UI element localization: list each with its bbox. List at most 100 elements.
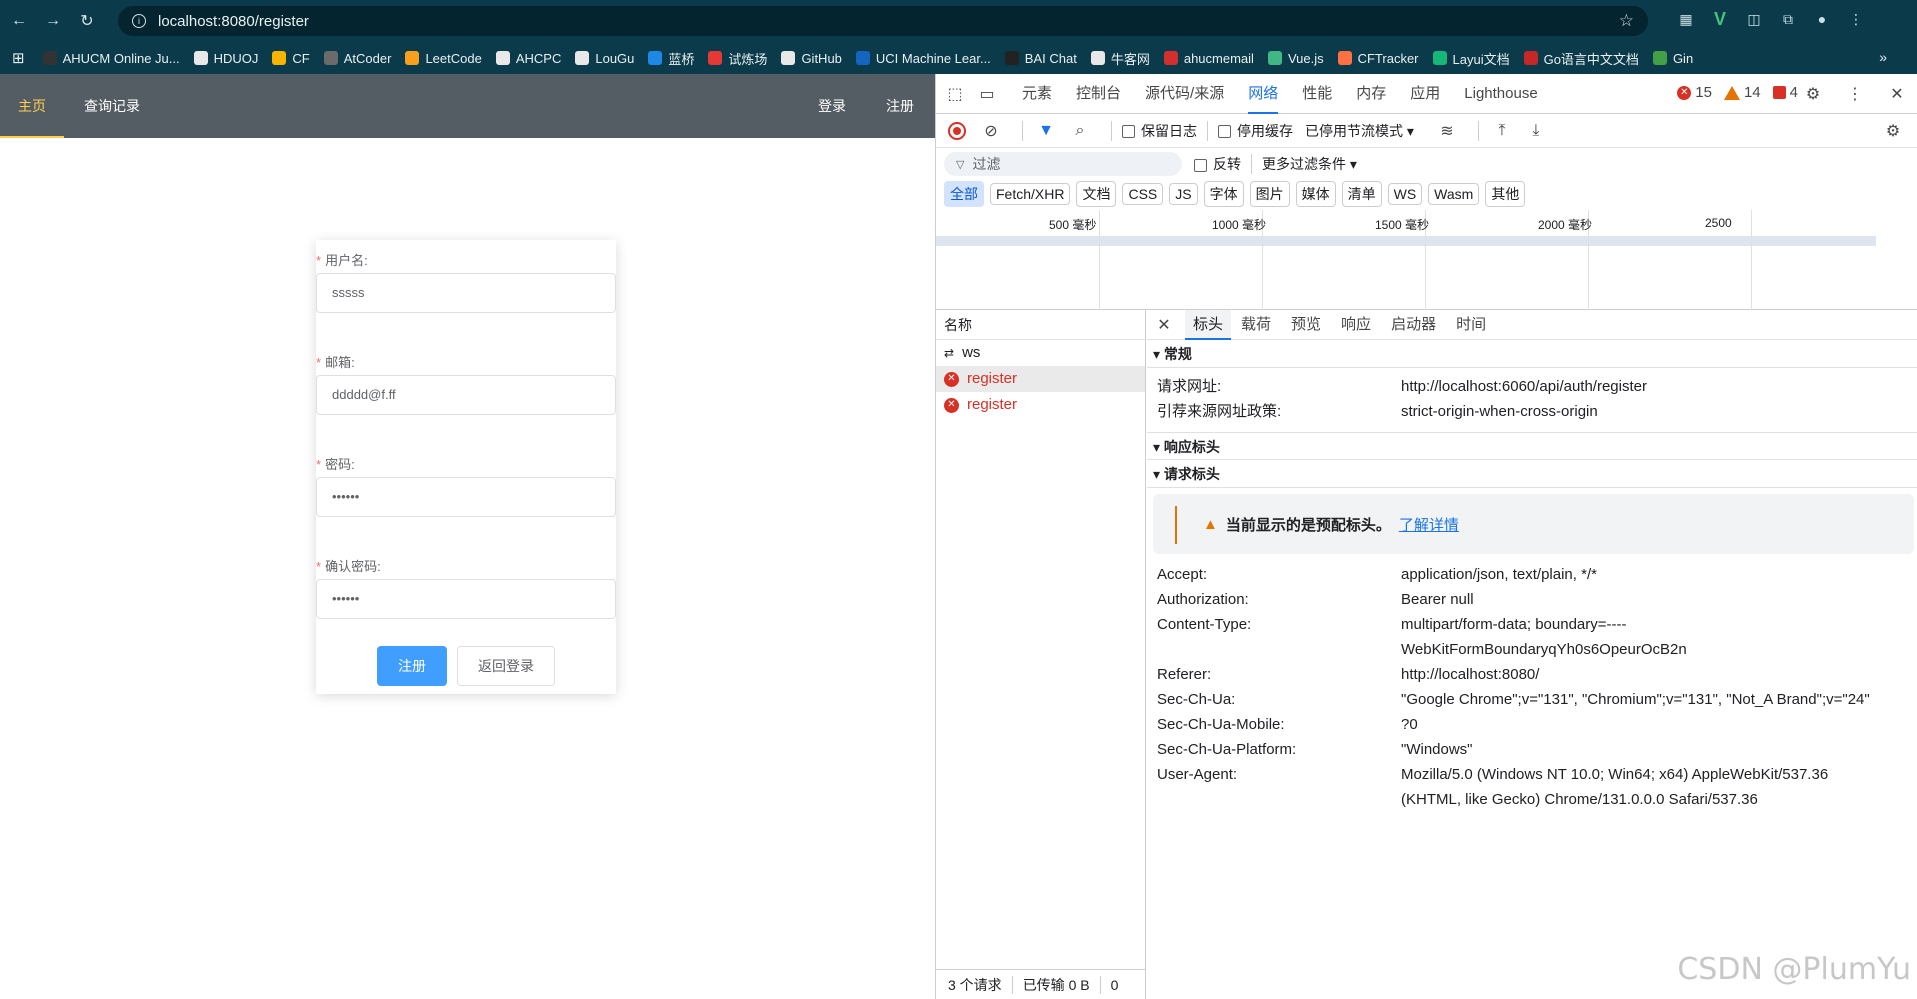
type-filter-button[interactable]: 图片 xyxy=(1249,181,1290,207)
bookmark-item[interactable]: Gin xyxy=(1652,49,1693,68)
issue-counts[interactable]: ✕ 15 14 4 xyxy=(1677,84,1798,101)
email-input[interactable]: ddddd@f.ff xyxy=(316,375,616,415)
filter-icon[interactable]: ▼ xyxy=(1033,118,1059,144)
bookmark-item[interactable]: 试炼场 xyxy=(708,49,767,68)
devtools-tab[interactable]: 元素 xyxy=(1022,74,1052,114)
devtools-tab[interactable]: 应用 xyxy=(1410,74,1440,114)
register-button[interactable]: 注册 xyxy=(377,646,447,686)
type-filter-button[interactable]: 其他 xyxy=(1485,181,1526,207)
devtools-tab[interactable]: 控制台 xyxy=(1076,74,1121,114)
menu-icon[interactable]: ⋮ xyxy=(1845,8,1867,30)
puzzle-icon[interactable]: ⧉ xyxy=(1777,8,1799,30)
details-tab[interactable]: 载荷 xyxy=(1241,310,1271,340)
bookmark-star-icon[interactable]: ☆ xyxy=(1619,11,1634,31)
details-tab[interactable]: 响应 xyxy=(1341,310,1371,340)
bookmarks-more-icon[interactable]: » xyxy=(1879,49,1887,65)
back-icon[interactable]: ← xyxy=(4,6,34,36)
bookmark-item[interactable]: AHCPC xyxy=(495,49,561,68)
devtools-tab[interactable]: 性能 xyxy=(1302,74,1332,114)
forward-icon[interactable]: → xyxy=(38,6,68,36)
devtools-tab[interactable]: Lighthouse xyxy=(1464,74,1537,114)
network-settings-icon[interactable]: ⚙ xyxy=(1880,118,1906,144)
back-to-login-button[interactable]: 返回登录 xyxy=(457,646,555,686)
details-tab[interactable]: 标头 xyxy=(1185,309,1232,340)
reload-icon[interactable]: ↻ xyxy=(72,6,102,36)
bookmark-item[interactable]: GitHub xyxy=(781,49,842,68)
extension-icon[interactable]: ◫ xyxy=(1743,8,1765,30)
apps-icon[interactable]: ⊞ xyxy=(12,49,25,67)
details-tab[interactable]: 时间 xyxy=(1456,310,1486,340)
devtools-tab[interactable]: 网络 xyxy=(1248,74,1279,114)
type-filter-button[interactable]: Fetch/XHR xyxy=(990,183,1071,205)
bookmark-item[interactable]: UCI Machine Lear... xyxy=(855,49,991,68)
address-bar[interactable]: i localhost:8080/register ☆ xyxy=(118,6,1648,36)
bookmark-item[interactable]: CFTracker xyxy=(1337,49,1419,68)
bookmark-item[interactable]: AHUCM Online Ju... xyxy=(42,49,180,68)
bookmark-item[interactable]: LouGu xyxy=(575,49,634,68)
vue-devtools-icon[interactable]: V xyxy=(1709,8,1731,30)
nav-history[interactable]: 查询记录 xyxy=(84,74,140,138)
clear-icon[interactable]: ⊘ xyxy=(978,118,1004,144)
export-icon[interactable]: ⤓ xyxy=(1523,118,1549,144)
username-input[interactable]: sssss xyxy=(316,273,616,313)
request-row[interactable]: ✕ register xyxy=(936,366,1145,392)
throttle-select[interactable]: 已停用节流模式 ▾ xyxy=(1305,121,1414,141)
preserve-log-checkbox[interactable]: 保留日志 xyxy=(1122,121,1197,141)
network-timeline[interactable]: 500 毫秒 1000 毫秒 1500 毫秒 2000 毫秒 2500 xyxy=(936,210,1917,310)
invert-checkbox[interactable]: 反转 xyxy=(1194,154,1241,174)
type-filter-button[interactable]: Wasm xyxy=(1428,183,1480,205)
bookmark-item[interactable]: Vue.js xyxy=(1267,49,1324,68)
nav-register[interactable]: 注册 xyxy=(886,74,914,138)
bookmark-item[interactable]: Go语言中文文档 xyxy=(1523,49,1639,68)
bookmark-item[interactable]: AtCoder xyxy=(323,49,391,68)
response-headers-section-header[interactable]: ▾ 响应标头 xyxy=(1147,432,1917,460)
search-icon[interactable]: ⌕ xyxy=(1067,118,1093,144)
profile-icon[interactable]: ● xyxy=(1811,8,1833,30)
details-tab[interactable]: 启动器 xyxy=(1391,310,1436,340)
disable-cache-checkbox[interactable]: 停用缓存 xyxy=(1218,121,1293,141)
type-filter-button[interactable]: 字体 xyxy=(1203,181,1244,207)
bookmark-item[interactable]: CF xyxy=(272,49,310,68)
type-filter-button[interactable]: 文档 xyxy=(1076,181,1117,207)
import-icon[interactable]: ⤒ xyxy=(1489,118,1515,144)
type-filter-button[interactable]: CSS xyxy=(1122,183,1164,205)
more-icon[interactable]: ⋮ xyxy=(1842,81,1868,107)
request-row[interactable]: ✕ register xyxy=(936,392,1145,418)
request-row[interactable]: ⇄ ws xyxy=(936,340,1145,366)
request-headers-section-header[interactable]: ▾ 请求标头 xyxy=(1147,460,1917,488)
bookmark-item[interactable]: 蓝桥 xyxy=(648,49,694,68)
type-filter-button[interactable]: WS xyxy=(1387,183,1423,205)
bookmark-item[interactable]: BAI Chat xyxy=(1004,49,1077,68)
devtools-tab[interactable]: 源代码/来源 xyxy=(1145,74,1224,114)
more-filters-dropdown[interactable]: 更多过滤条件 ▾ xyxy=(1262,154,1357,174)
close-details-icon[interactable]: ✕ xyxy=(1151,312,1177,338)
site-info-icon[interactable]: i xyxy=(132,14,146,28)
details-tab[interactable]: 预览 xyxy=(1291,310,1321,340)
bookmark-item[interactable]: Layui文档 xyxy=(1432,49,1510,68)
inspect-icon[interactable]: ⬚ xyxy=(942,81,968,107)
type-filter-button[interactable]: 全部 xyxy=(944,181,984,207)
record-icon[interactable] xyxy=(944,118,970,144)
type-filter-button[interactable]: 媒体 xyxy=(1295,181,1336,207)
nav-login[interactable]: 登录 xyxy=(818,74,846,138)
type-filter-button[interactable]: 清单 xyxy=(1341,181,1382,207)
bookmark-item[interactable]: 牛客网 xyxy=(1090,49,1150,68)
close-icon[interactable]: ✕ xyxy=(1884,81,1910,107)
general-section-header[interactable]: ▾ 常规 xyxy=(1147,340,1917,368)
bookmark-item[interactable]: HDUOJ xyxy=(193,49,258,68)
qr-icon[interactable]: ▦ xyxy=(1675,8,1697,30)
bookmark-favicon-icon xyxy=(1652,51,1667,65)
device-toggle-icon[interactable]: ▭ xyxy=(974,81,1000,107)
password-input[interactable]: •••••• xyxy=(316,477,616,517)
bookmark-item[interactable]: LeetCode xyxy=(405,49,482,68)
type-filter-button[interactable]: JS xyxy=(1169,183,1198,205)
devtools-tab[interactable]: 内存 xyxy=(1356,74,1386,114)
confirm-password-input[interactable]: •••••• xyxy=(316,579,616,619)
learn-more-link[interactable]: 了解详情 xyxy=(1399,514,1459,535)
network-conditions-icon[interactable]: ≋ xyxy=(1434,118,1460,144)
nav-home[interactable]: 主页 xyxy=(0,74,64,138)
bookmark-item[interactable]: ahucmemail xyxy=(1163,49,1254,68)
name-column-header[interactable]: 名称 xyxy=(936,310,1145,340)
filter-input[interactable]: ▽ 过滤 xyxy=(944,152,1182,176)
settings-icon[interactable]: ⚙ xyxy=(1800,81,1826,107)
